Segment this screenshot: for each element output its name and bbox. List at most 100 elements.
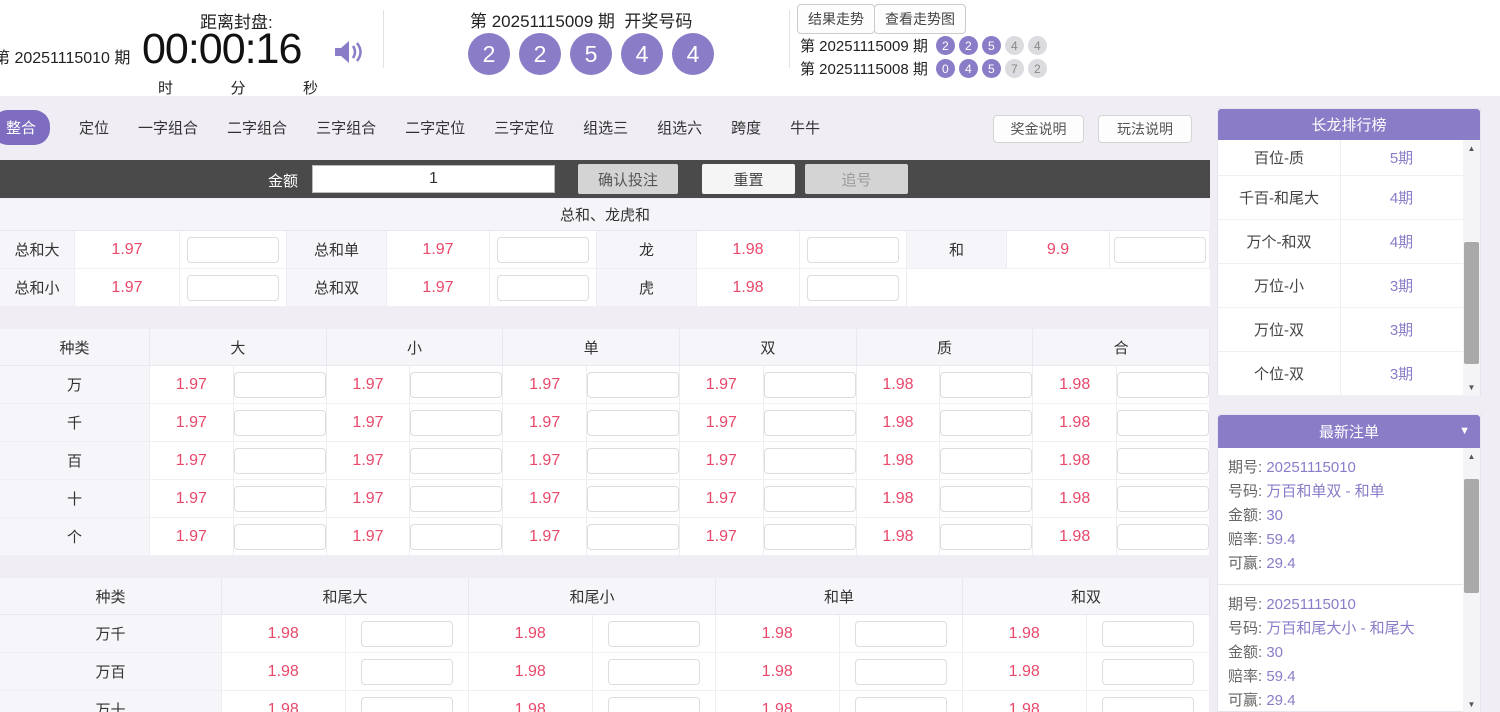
bet-amount-input[interactable] <box>360 620 453 647</box>
bet-amount-input[interactable] <box>763 485 856 512</box>
odds-value[interactable]: 1.97 <box>679 518 764 556</box>
bet-amount-input[interactable] <box>233 523 326 550</box>
confirm-bet-button[interactable]: 确认投注 <box>578 164 678 194</box>
tab-kuadu[interactable]: 跨度 <box>731 117 761 138</box>
bet-amount-input[interactable] <box>940 485 1033 512</box>
bet-amount-input[interactable] <box>854 696 947 712</box>
odds-value[interactable]: 1.97 <box>326 480 411 518</box>
odds-value[interactable]: 1.97 <box>150 366 234 404</box>
bet-amount-input[interactable] <box>1116 485 1209 512</box>
rank-row[interactable]: 万个-和双 4期 <box>1218 220 1480 264</box>
tab-zuxuan-liu[interactable]: 组选六 <box>657 117 702 138</box>
bet-amount-input[interactable] <box>233 371 326 398</box>
odds-value[interactable]: 1.98 <box>1033 366 1117 404</box>
tab-sanzi-zuhe[interactable]: 三字组合 <box>316 117 376 138</box>
bet-amount-input[interactable] <box>497 274 589 301</box>
odds-value[interactable]: 1.97 <box>150 480 234 518</box>
odds-value[interactable]: 1.97 <box>679 366 764 404</box>
bet-amount-input[interactable] <box>763 371 856 398</box>
odds-value[interactable]: 1.98 <box>1033 404 1117 442</box>
bet-amount-input[interactable] <box>854 620 947 647</box>
rank-row[interactable]: 千百-和尾大 4期 <box>1218 176 1480 220</box>
odds-value[interactable]: 1.98 <box>469 653 593 691</box>
odds-value[interactable]: 1.97 <box>326 366 411 404</box>
bet-amount-input[interactable] <box>586 371 679 398</box>
scroll-down-icon[interactable]: ▼ <box>1463 379 1480 396</box>
bet-amount-input[interactable] <box>607 620 700 647</box>
bet-amount-input[interactable] <box>586 447 679 474</box>
odds-value[interactable]: 1.98 <box>1033 518 1117 556</box>
odds-value[interactable]: 1.98 <box>963 615 1087 653</box>
odds-value[interactable]: 1.98 <box>856 404 941 442</box>
odds-value[interactable]: 1.98 <box>716 691 840 712</box>
bet-amount-input[interactable] <box>1116 371 1209 398</box>
bet-amount-input[interactable] <box>586 523 679 550</box>
bet-amount-input[interactable] <box>1101 696 1194 712</box>
odds-value[interactable]: 1.98 <box>716 615 840 653</box>
rules-info-button[interactable]: 玩法说明 <box>1098 115 1192 143</box>
scroll-up-icon[interactable]: ▲ <box>1463 448 1480 465</box>
tab-niuniu[interactable]: 牛牛 <box>790 117 820 138</box>
bets-scrollbar[interactable]: ▲ ▼ <box>1463 448 1480 712</box>
tab-erzi-dingwei[interactable]: 二字定位 <box>405 117 465 138</box>
odds-value[interactable]: 1.97 <box>503 480 587 518</box>
bet-amount-input[interactable] <box>360 658 453 685</box>
scroll-down-icon[interactable]: ▼ <box>1463 696 1480 712</box>
bet-amount-input[interactable] <box>607 658 700 685</box>
odds-value[interactable]: 1.98 <box>963 691 1087 712</box>
odds-value[interactable]: 1.97 <box>75 269 180 307</box>
odds-value[interactable]: 1.98 <box>856 518 941 556</box>
bet-amount-input[interactable] <box>1116 409 1209 436</box>
odds-value[interactable]: 1.98 <box>856 366 941 404</box>
odds-value[interactable]: 1.97 <box>387 231 490 269</box>
tab-yizi-zuhe[interactable]: 一字组合 <box>138 117 198 138</box>
bet-amount-input[interactable] <box>763 523 856 550</box>
bet-amount-input[interactable] <box>1101 620 1194 647</box>
tab-erzi-zuhe[interactable]: 二字组合 <box>227 117 287 138</box>
odds-value[interactable]: 1.97 <box>326 442 411 480</box>
tab-zuxuan-san[interactable]: 组选三 <box>583 117 628 138</box>
odds-value[interactable]: 1.98 <box>222 691 346 712</box>
bet-amount-input[interactable] <box>410 523 503 550</box>
reset-button[interactable]: 重置 <box>702 164 795 194</box>
odds-value[interactable]: 1.98 <box>856 480 941 518</box>
odds-value[interactable]: 1.98 <box>1033 442 1117 480</box>
bet-amount-input[interactable] <box>586 409 679 436</box>
bet-amount-input[interactable] <box>410 409 503 436</box>
bet-amount-input[interactable] <box>187 274 279 301</box>
odds-value[interactable]: 1.97 <box>503 442 587 480</box>
rank-row[interactable]: 百位-质 5期 <box>1218 140 1480 176</box>
bet-amount-input[interactable] <box>360 696 453 712</box>
bet-amount-input[interactable] <box>1116 523 1209 550</box>
bet-amount-input[interactable] <box>854 658 947 685</box>
rank-row[interactable]: 万位-双 3期 <box>1218 308 1480 352</box>
odds-value[interactable]: 1.98 <box>1033 480 1117 518</box>
odds-value[interactable]: 1.98 <box>469 615 593 653</box>
bet-amount-input[interactable] <box>807 236 899 263</box>
bet-amount-input[interactable] <box>410 485 503 512</box>
bet-amount-input[interactable] <box>940 409 1033 436</box>
odds-value[interactable]: 1.98 <box>856 442 941 480</box>
odds-value[interactable]: 1.97 <box>387 269 490 307</box>
tab-zhenghe[interactable]: 整合 <box>0 109 51 145</box>
odds-value[interactable]: 1.97 <box>679 480 764 518</box>
scroll-up-icon[interactable]: ▲ <box>1463 140 1480 157</box>
odds-value[interactable]: 1.97 <box>326 518 411 556</box>
bet-amount-input[interactable] <box>763 447 856 474</box>
odds-value[interactable]: 1.98 <box>469 691 593 712</box>
odds-value[interactable]: 1.97 <box>679 442 764 480</box>
odds-value[interactable]: 1.98 <box>697 231 800 269</box>
odds-value[interactable]: 1.97 <box>503 404 587 442</box>
odds-value[interactable]: 1.97 <box>150 404 234 442</box>
odds-value[interactable]: 1.97 <box>503 366 587 404</box>
odds-value[interactable]: 1.97 <box>150 518 234 556</box>
odds-value[interactable]: 1.98 <box>697 269 800 307</box>
bet-amount-input[interactable] <box>233 485 326 512</box>
speaker-icon[interactable] <box>333 38 365 66</box>
result-trend-button[interactable]: 结果走势 <box>797 4 875 34</box>
bet-amount-input[interactable] <box>497 236 589 263</box>
scroll-thumb[interactable] <box>1464 479 1479 593</box>
odds-value[interactable]: 1.98 <box>963 653 1087 691</box>
odds-value[interactable]: 9.9 <box>1007 231 1110 269</box>
odds-value[interactable]: 1.98 <box>716 653 840 691</box>
